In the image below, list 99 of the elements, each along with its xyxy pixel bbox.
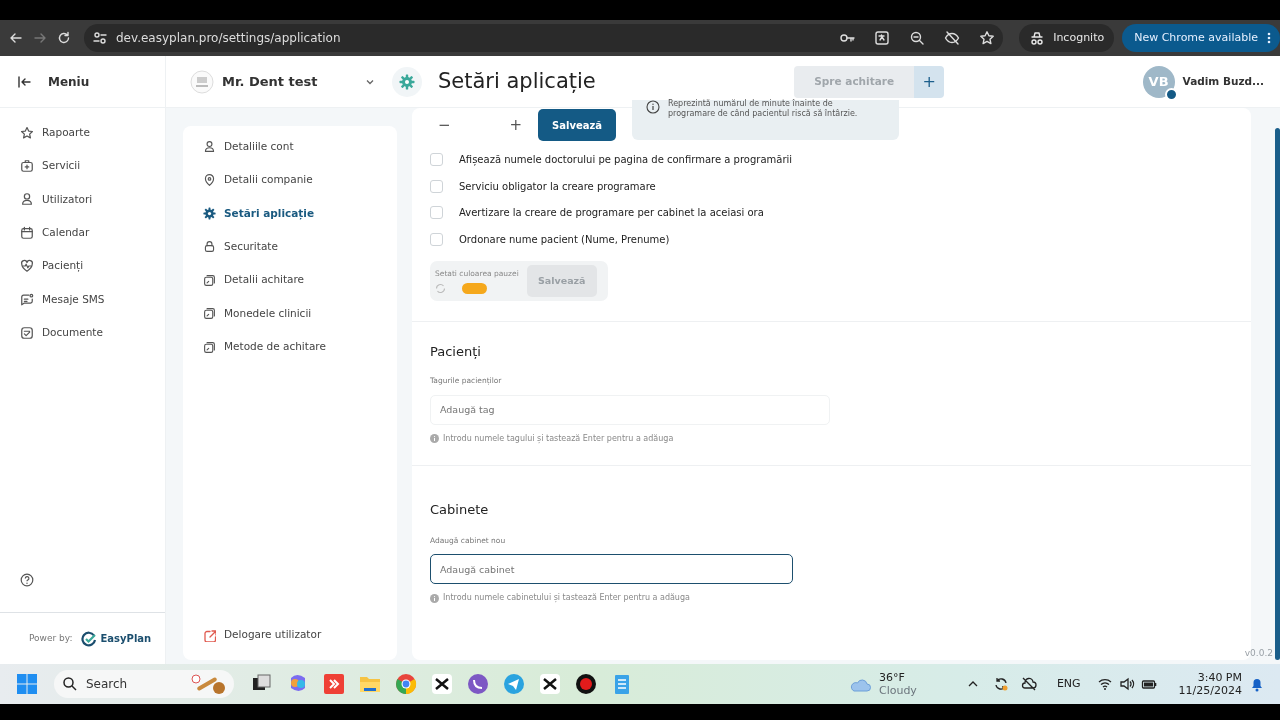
card-stack-icon	[203, 307, 216, 321]
info-icon	[646, 100, 660, 114]
cloud-off-icon[interactable]	[1020, 676, 1037, 692]
message-icon	[20, 292, 34, 307]
reload-icon[interactable]	[56, 30, 72, 46]
location-pin-icon	[203, 173, 216, 187]
avatar-badge	[1164, 87, 1178, 101]
page-title: Setări aplicație	[438, 68, 596, 95]
remote-desktop-icon[interactable]	[322, 672, 346, 696]
settings-nav-item[interactable]: Detalii companie	[183, 163, 397, 197]
option-label: Ordonare nume pacient (Nume, Prenume)	[459, 232, 670, 247]
color-swatch[interactable]	[462, 282, 487, 294]
sidebar-item[interactable]: Utilizatori	[0, 182, 165, 217]
settings-nav-item[interactable]: Detalii achitare	[183, 263, 397, 297]
version-label: v0.0.2	[1244, 646, 1273, 660]
incognito-icon	[1029, 31, 1046, 45]
phone-chat-icon[interactable]	[466, 672, 490, 696]
settings-nav-item[interactable]: Detaliile cont	[183, 130, 397, 164]
weather-text[interactable]: Cloudy	[878, 684, 917, 698]
record-icon[interactable]	[574, 672, 598, 696]
calendar-icon	[20, 225, 34, 240]
medical-bag-icon	[20, 159, 34, 174]
gear-icon	[203, 206, 216, 220]
start-icon[interactable]	[16, 673, 38, 695]
sidebar-item[interactable]: Rapoarte	[0, 116, 165, 150]
star-icon	[20, 125, 34, 140]
clinic-name[interactable]: Mr. Dent test	[222, 71, 356, 92]
update-button[interactable]: New Chrome available	[1122, 24, 1280, 52]
external-link-icon	[203, 628, 216, 642]
weather-temp[interactable]: 36°F	[878, 670, 917, 684]
document-icon	[20, 326, 34, 341]
scrollbar[interactable]	[1275, 128, 1280, 660]
wifi-icon[interactable]	[1096, 676, 1113, 692]
stepper-field[interactable]: − +	[430, 109, 530, 141]
logout-link[interactable]: Delogare utilizator	[183, 618, 397, 652]
search-icon	[62, 676, 78, 692]
bell-icon[interactable]	[1250, 676, 1264, 692]
save-button[interactable]: Salvează	[538, 109, 616, 141]
sync-icon[interactable]	[992, 676, 1009, 692]
add-button[interactable]: +	[914, 65, 945, 98]
gear-icon	[392, 66, 422, 97]
site-settings-icon[interactable]	[92, 30, 108, 46]
card-stack-icon	[203, 340, 216, 354]
url-text[interactable]: dev.easyplan.pro/settings/application	[116, 29, 341, 47]
help-icon[interactable]	[20, 573, 34, 587]
sidebar-item[interactable]: Calendar	[0, 216, 165, 250]
info-text: Reprezintă numărul de minute înainte de programare de când pacientul riscă să întârzie.	[668, 99, 859, 119]
option-label: Serviciu obligator la creare programare	[459, 179, 656, 194]
user-icon	[20, 192, 34, 207]
info-icon	[430, 434, 439, 443]
eye-off-icon[interactable]	[944, 30, 961, 46]
star-icon[interactable]	[979, 30, 996, 46]
checkbox[interactable]	[430, 232, 443, 246]
checkbox[interactable]	[430, 179, 443, 193]
sidebar-item[interactable]: Documente	[0, 316, 165, 350]
minus-button[interactable]: −	[430, 113, 459, 137]
checkbox[interactable]	[430, 206, 443, 220]
option-label: Afișează numele doctorului pe pagina de confirmare a programării	[459, 152, 793, 167]
info-icon	[430, 593, 439, 603]
lock-icon	[203, 240, 216, 254]
sidebar-item[interactable]: Pacienți	[0, 249, 165, 283]
settings-nav-item[interactable]: Setări aplicație	[183, 196, 397, 231]
input-field[interactable]: Adaugă cabinet	[430, 554, 793, 585]
more-icon[interactable]	[1266, 31, 1272, 45]
user-icon	[203, 140, 216, 154]
settings-nav-item[interactable]: Monedele clinicii	[183, 296, 397, 331]
menu-label[interactable]: Meniu	[48, 72, 90, 91]
hint-text: Introdu numele cabinetului și tastează Enter pentru a adăuga	[443, 592, 690, 605]
translate-icon[interactable]	[874, 30, 891, 46]
sidebar-item[interactable]: Mesaje SMS	[0, 282, 165, 317]
plus-button[interactable]: +	[501, 113, 530, 137]
clock-time[interactable]: 3:40 PM	[1197, 670, 1242, 684]
settings-nav-item[interactable]: Securitate	[183, 230, 397, 264]
taskbar-search[interactable]: Search	[54, 670, 234, 698]
video-editor-icon[interactable]	[538, 672, 562, 696]
sidebar-item[interactable]: Servicii	[0, 149, 165, 183]
clock-date[interactable]: 11/25/2024	[1178, 684, 1242, 698]
baseball-drawing	[190, 673, 226, 695]
user-name[interactable]: Vadim Buzd...	[1182, 73, 1264, 90]
collapse-menu-icon[interactable]	[16, 73, 32, 90]
section-title: Pacienți	[430, 342, 482, 361]
paper-plane-icon[interactable]	[502, 672, 526, 696]
brand-logo-icon	[80, 630, 97, 647]
incognito-badge: Incognito	[1019, 24, 1115, 52]
video-editor-icon[interactable]	[430, 672, 454, 696]
browser-icon[interactable]	[394, 672, 418, 696]
clinic-logo	[190, 69, 214, 94]
zoom-icon[interactable]	[909, 30, 926, 46]
heart-pulse-icon	[20, 259, 34, 274]
power-label: Power by:	[29, 631, 73, 645]
hint-text: Introdu numele tagului și tastează Enter pentru a adăuga	[443, 432, 674, 445]
checkbox[interactable]	[430, 152, 443, 166]
section-title: Cabinete	[430, 500, 490, 519]
option-label: Avertizare la creare de programare per cabinet la aceiasi ora	[459, 206, 764, 221]
language-indicator[interactable]: ENG	[1056, 677, 1081, 691]
brand-name: EasyPlan	[100, 632, 152, 646]
settings-nav-item[interactable]: Metode de achitare	[183, 330, 397, 364]
card-stack-icon	[203, 273, 216, 287]
speaker-icon[interactable]	[1118, 676, 1135, 692]
